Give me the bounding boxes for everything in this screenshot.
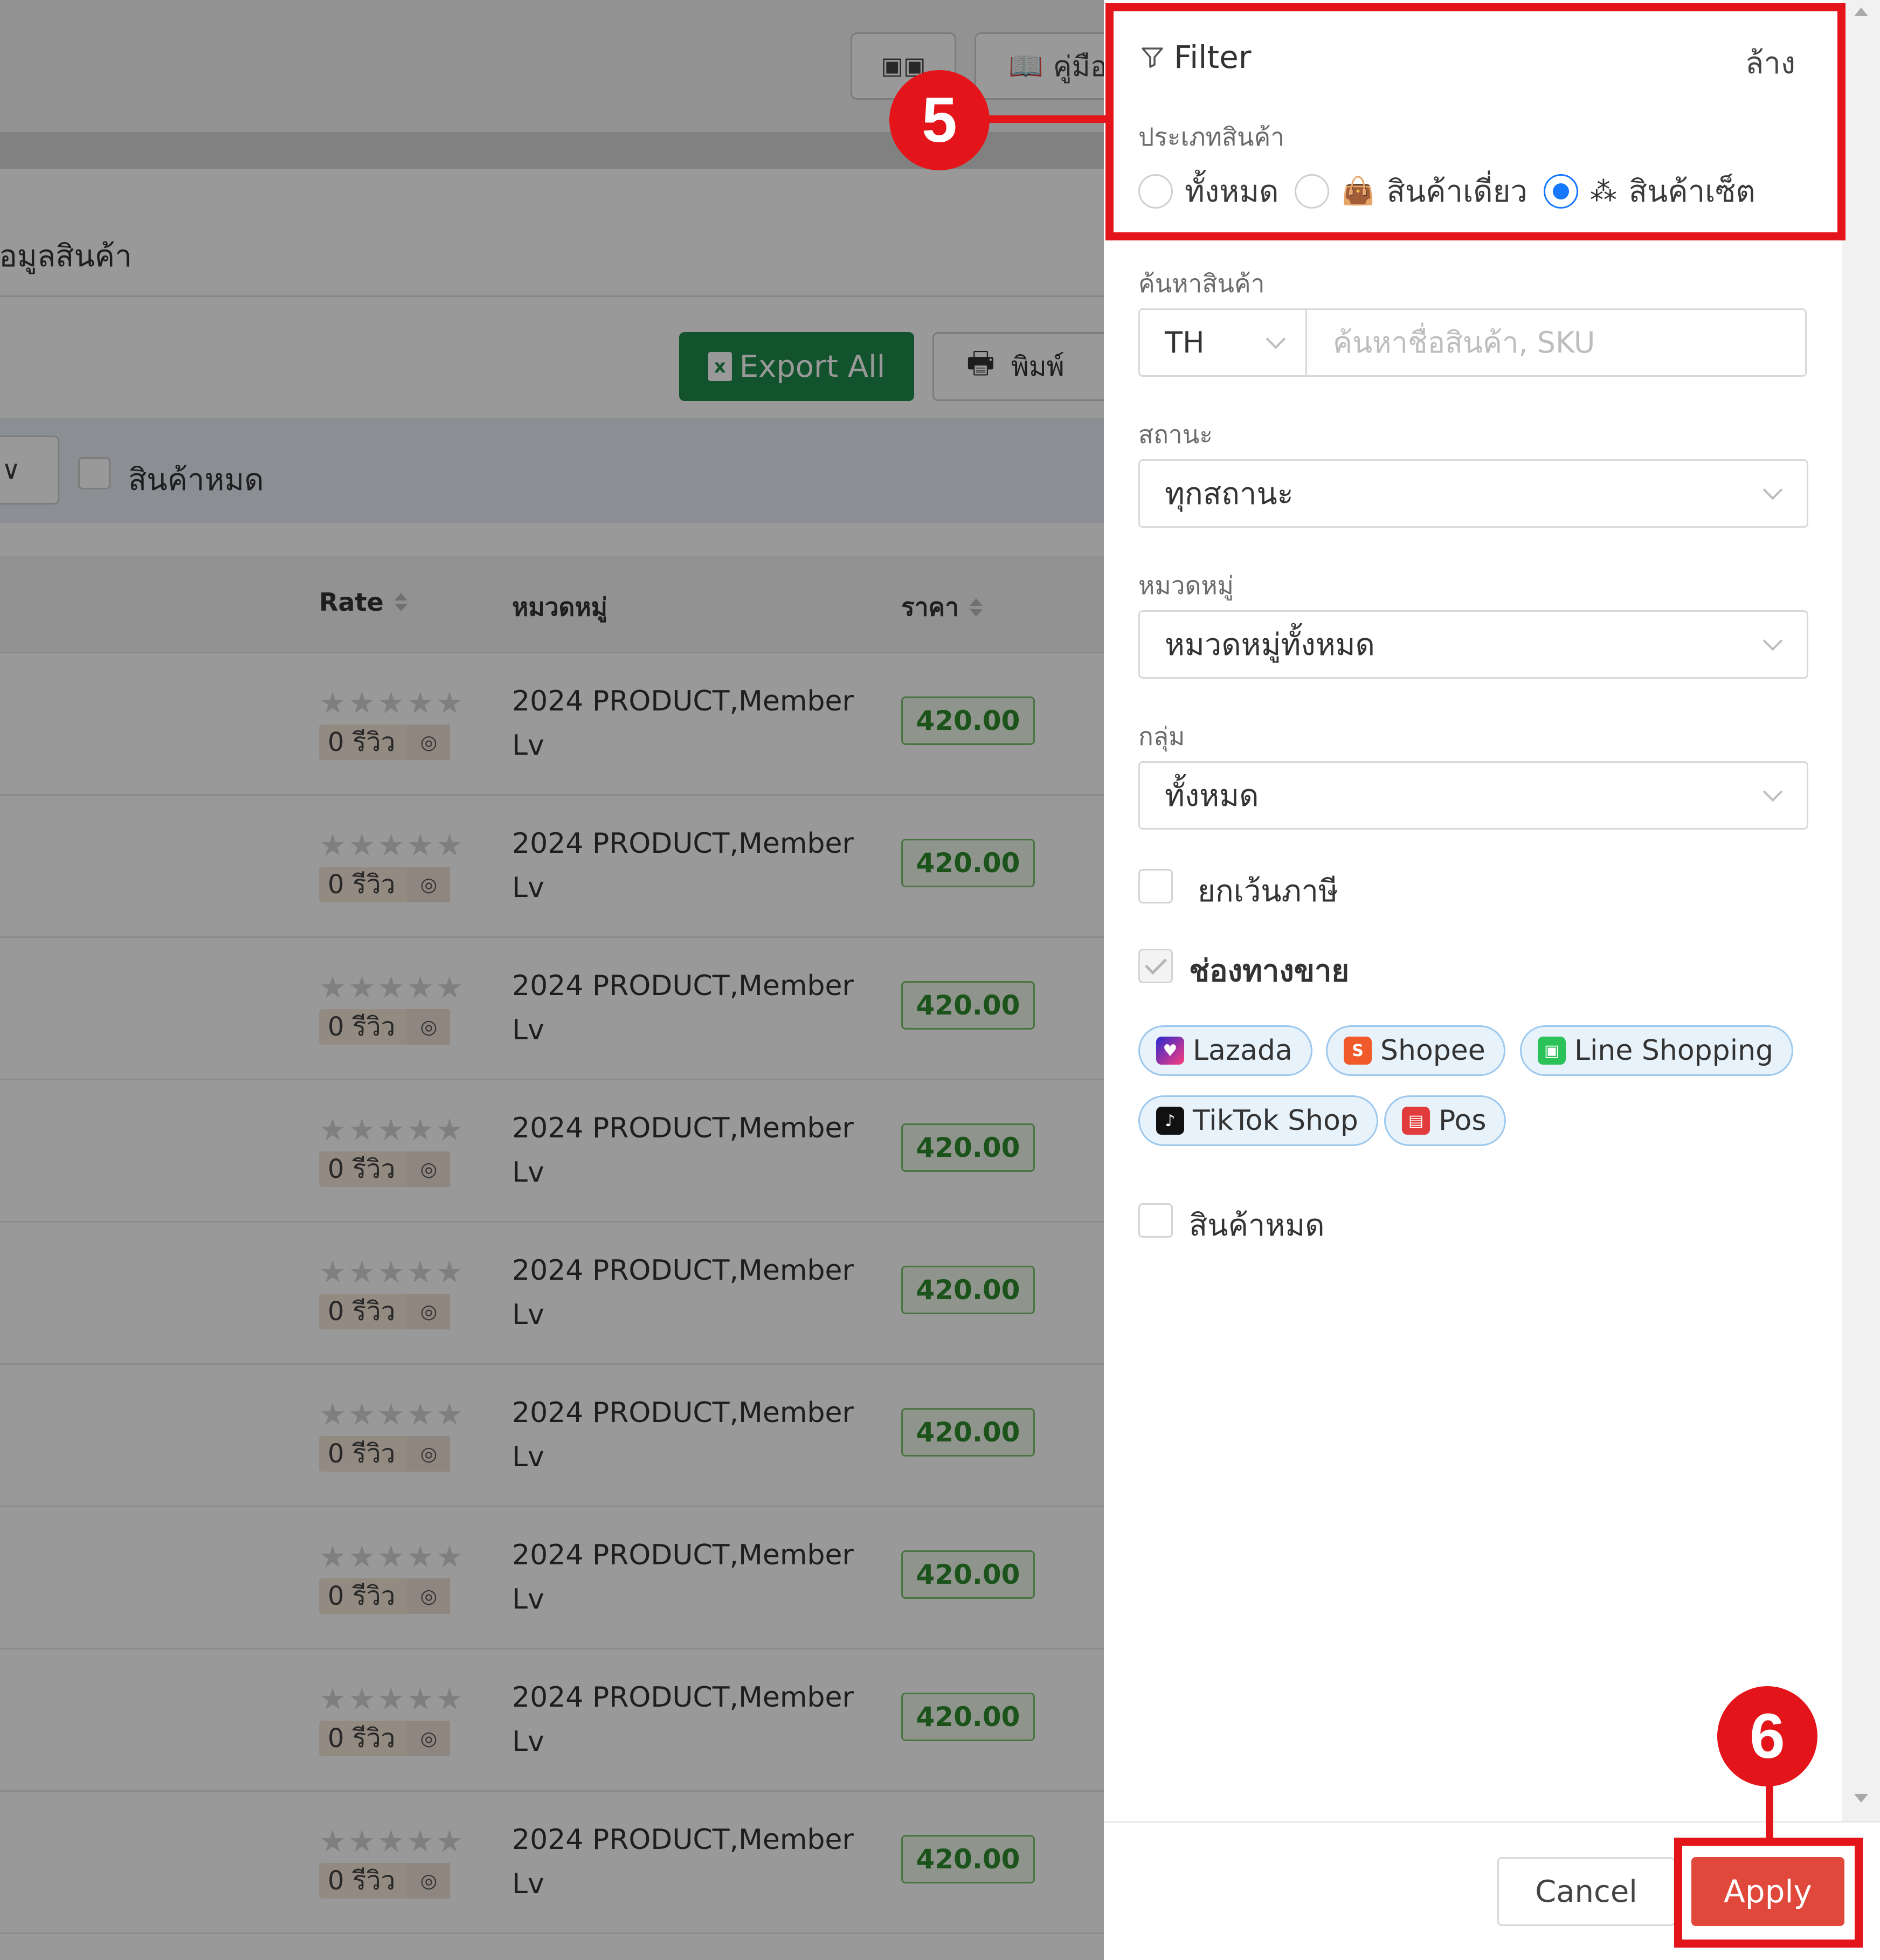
channel-chip-label: TikTok Shop (1193, 1105, 1358, 1137)
scrollbar[interactable] (1842, 0, 1880, 1822)
line-shopping-icon: ▣ (1538, 1037, 1566, 1065)
category-label: หมวดหมู่ (1138, 571, 1234, 600)
channel-chip-pos[interactable]: ▤ Pos (1384, 1095, 1506, 1146)
pos-icon: ▤ (1402, 1107, 1430, 1135)
step-6-badge: 6 (1717, 1686, 1817, 1786)
channel-chip-label: Pos (1439, 1105, 1487, 1137)
group-label: กลุ่ม (1138, 722, 1185, 751)
footer-divider (1104, 1821, 1880, 1823)
tax-exempt-label: ยกเว้นภาษี (1198, 874, 1338, 909)
scroll-up-icon[interactable] (1854, 8, 1868, 16)
channel-chip-label: Line Shopping (1574, 1034, 1774, 1067)
status-value: ทุกสถานะ (1165, 477, 1294, 512)
lazada-icon: ♥ (1156, 1037, 1184, 1065)
chevron-down-icon (1266, 329, 1286, 349)
language-select[interactable]: TH (1140, 310, 1307, 375)
language-value: TH (1165, 326, 1205, 360)
chevron-down-icon (1763, 480, 1783, 500)
highlight-box-step-6 (1674, 1838, 1863, 1948)
product-list-page: ▣▣ 📖 คู่มือ ข้อมูลสินค้า x Export All 🖶 … (0, 0, 1104, 1960)
channel-chip-line-shopping[interactable]: ▣ Line Shopping (1520, 1025, 1794, 1076)
out-of-stock-label: สินค้าหมด (1189, 1208, 1325, 1243)
highlight-box-step-5 (1105, 3, 1846, 240)
channel-chip-label: Lazada (1193, 1034, 1292, 1067)
sales-channel-checkbox[interactable] (1138, 949, 1173, 983)
category-value: หมวดหมู่ทั้งหมด (1165, 627, 1375, 662)
group-select[interactable]: ทั้งหมด (1138, 761, 1808, 830)
tiktok-icon: ♪ (1156, 1107, 1184, 1135)
status-label: สถานะ (1138, 420, 1213, 449)
cancel-button[interactable]: Cancel (1497, 1857, 1675, 1926)
channel-chip-tiktok-shop[interactable]: ♪ TikTok Shop (1138, 1095, 1378, 1146)
search-input[interactable] (1307, 310, 1805, 375)
group-value: ทั้งหมด (1165, 778, 1259, 813)
scroll-down-icon[interactable] (1854, 1794, 1868, 1803)
sales-channel-label: ช่องทางขาย (1189, 954, 1350, 989)
chevron-down-icon (1763, 782, 1783, 802)
modal-overlay[interactable] (0, 0, 1104, 1960)
channel-chip-label: Shopee (1380, 1034, 1485, 1067)
step-5-badge: 5 (889, 70, 990, 170)
category-select[interactable]: หมวดหมู่ทั้งหมด (1138, 610, 1808, 679)
tax-exempt-checkbox[interactable] (1138, 869, 1173, 903)
search-group: TH (1138, 308, 1807, 377)
status-select[interactable]: ทุกสถานะ (1138, 459, 1808, 528)
callout-line-step-5 (980, 115, 1109, 123)
search-label: ค้นหาสินค้า (1138, 269, 1265, 298)
channel-chip-lazada[interactable]: ♥ Lazada (1138, 1025, 1312, 1076)
channel-chip-shopee[interactable]: S Shopee (1326, 1025, 1505, 1076)
chevron-down-icon (1763, 631, 1783, 651)
shopee-icon: S (1344, 1037, 1372, 1065)
out-of-stock-checkbox[interactable] (1138, 1203, 1173, 1238)
